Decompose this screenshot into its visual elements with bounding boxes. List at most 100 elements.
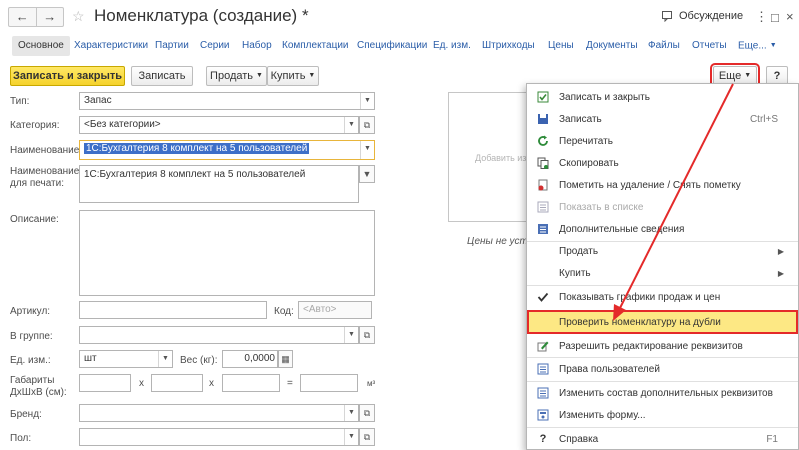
props-list-icon (537, 387, 549, 399)
chevron-down-icon: ▼ (769, 42, 777, 49)
code-input[interactable]: <Авто> (298, 301, 372, 319)
tab-main[interactable]: Основное (12, 36, 70, 56)
name-input[interactable]: 1С:Бухгалтерия 8 комплект на 5 пользоват… (79, 140, 375, 160)
print-name-textarea[interactable]: 1С:Бухгалтерия 8 комплект на 5 пользоват… (79, 165, 359, 203)
menu-item-user-rights[interactable]: Права пользователей (527, 358, 798, 380)
tab-documents[interactable]: Документы (586, 36, 638, 56)
copy-icon (537, 157, 549, 169)
tab-set[interactable]: Набор (242, 36, 272, 56)
menu-item-label: Записать (559, 113, 602, 125)
prices-not-set-text: Цены не уст (467, 236, 528, 247)
menu-item-additional-info[interactable]: Дополнительные сведения (527, 218, 798, 240)
menu-dots-icon[interactable]: ⋮ (755, 9, 768, 25)
menu-item-label: Права пользователей (559, 363, 660, 375)
open-icon[interactable]: ⧉ (359, 116, 375, 134)
more-actions-menu: Записать и закрыть Записать Ctrl+S Переч… (526, 83, 799, 450)
menu-item-label: Проверить номенклатуру на дубли (559, 316, 721, 328)
open-icon[interactable]: ⧉ (359, 326, 375, 344)
length-input[interactable] (79, 374, 131, 392)
description-textarea[interactable] (79, 210, 375, 296)
menu-item-help[interactable]: ? Справка F1 (527, 428, 798, 450)
submenu-arrow-icon: ▶ (777, 246, 784, 256)
menu-item-label: Изменить состав дополнительных реквизито… (559, 387, 773, 399)
tab-specifications[interactable]: Спецификации (357, 36, 427, 56)
menu-item-sell[interactable]: Продать ▶ (527, 240, 798, 262)
tab-files[interactable]: Файлы (648, 36, 680, 56)
discussion-icon (662, 10, 672, 22)
tab-reports[interactable]: Отчеты (692, 36, 727, 56)
menu-item-label: Дополнительные сведения (559, 223, 685, 235)
delete-mark-icon (538, 179, 548, 191)
volume-input[interactable] (300, 374, 358, 392)
add-image-text: Добавить из (475, 153, 527, 163)
unit-select[interactable]: шт ▼ (79, 350, 173, 368)
category-field[interactable]: <Без категории> ▼ (79, 116, 359, 134)
sell-button[interactable]: Продать ▼ (206, 66, 267, 86)
menu-item-allow-edit[interactable]: Разрешить редактирование реквизитов (527, 335, 798, 357)
type-select[interactable]: Запас ▼ (79, 92, 375, 110)
menu-item-change-form[interactable]: Изменить форму... (527, 404, 798, 426)
type-label: Тип: (10, 96, 30, 107)
buy-label: Купить (270, 70, 306, 82)
open-icon[interactable]: ⧉ (359, 404, 375, 422)
dropdown-arrow-icon[interactable]: ▼ (344, 117, 358, 133)
tab-barcodes[interactable]: Штрихкоды (482, 36, 535, 56)
menu-item-label: Показывать графики продаж и цен (559, 291, 721, 303)
close-icon[interactable]: × (786, 9, 794, 24)
calculator-icon[interactable]: ▦ (278, 350, 293, 368)
width-input[interactable] (151, 374, 203, 392)
maximize-icon[interactable]: □ (771, 10, 779, 25)
brand-field[interactable]: ▼ (79, 404, 359, 422)
tab-batches[interactable]: Партии (155, 36, 189, 56)
chevron-down-icon: ▼ (744, 72, 752, 80)
weight-input[interactable]: 0,0000 (222, 350, 278, 368)
info-list-icon (538, 224, 548, 234)
menu-item-check-duplicates[interactable]: Проверить номенклатуру на дубли (527, 310, 798, 334)
code-label: Код: (274, 306, 294, 317)
dropdown-arrow-icon[interactable]: ▼ (359, 165, 375, 183)
menu-item-buy[interactable]: Купить ▶ (527, 262, 798, 284)
gender-label: Пол: (10, 433, 32, 444)
reload-icon (538, 135, 548, 146)
buy-button[interactable]: Купить ▼ (267, 66, 319, 86)
menu-item-show-charts[interactable]: Показывать графики продаж и цен (527, 286, 798, 308)
dropdown-arrow-icon[interactable]: ▼ (158, 351, 172, 367)
discussion-label: Обсуждение (679, 10, 744, 22)
shortcut-text: Ctrl+S (749, 113, 778, 125)
menu-item-show-in-list[interactable]: Показать в списке (527, 196, 798, 218)
list-icon (537, 201, 549, 213)
menu-item-change-props[interactable]: Изменить состав дополнительных реквизито… (527, 382, 798, 404)
dropdown-arrow-icon[interactable]: ▼ (344, 405, 358, 421)
save-button[interactable]: Записать (131, 66, 193, 86)
tab-characteristics[interactable]: Характеристики (74, 36, 148, 56)
tab-more[interactable]: Еще... ▼ (738, 36, 777, 56)
dropdown-arrow-icon[interactable]: ▼ (344, 429, 358, 445)
menu-item-reread[interactable]: Перечитать (527, 130, 798, 152)
tab-series[interactable]: Серии (200, 36, 230, 56)
unit-label: Ед. изм.: (10, 355, 51, 366)
article-input[interactable] (79, 301, 267, 319)
discussion-button[interactable]: Обсуждение (662, 10, 743, 22)
dropdown-arrow-icon[interactable]: ▼ (360, 141, 374, 159)
tab-kits[interactable]: Комплектации (282, 36, 349, 56)
menu-item-save-close[interactable]: Записать и закрыть (527, 86, 798, 108)
save-close-button[interactable]: Записать и закрыть (10, 66, 125, 86)
height-input[interactable] (222, 374, 280, 392)
menu-item-label: Продать (559, 245, 599, 257)
tab-units[interactable]: Ед. изм. (433, 36, 471, 56)
group-field[interactable]: ▼ (79, 326, 359, 344)
menu-item-save[interactable]: Записать Ctrl+S (527, 108, 798, 130)
back-button[interactable]: ← (9, 8, 36, 26)
favorite-star-icon[interactable]: ☆ (72, 8, 85, 25)
menu-item-mark-delete[interactable]: Пометить на удаление / Снять пометку (527, 174, 798, 196)
forward-button[interactable]: → (35, 8, 64, 26)
tab-prices[interactable]: Цены (548, 36, 574, 56)
menu-item-copy[interactable]: Скопировать (527, 152, 798, 174)
menu-item-label: Пометить на удаление / Снять пометку (559, 179, 741, 191)
open-icon[interactable]: ⧉ (359, 428, 375, 446)
shortcut-text: F1 (766, 433, 778, 445)
gender-field[interactable]: ▼ (79, 428, 359, 446)
dropdown-arrow-icon[interactable]: ▼ (360, 93, 374, 109)
checkmark-icon (537, 292, 549, 302)
dropdown-arrow-icon[interactable]: ▼ (344, 327, 358, 343)
